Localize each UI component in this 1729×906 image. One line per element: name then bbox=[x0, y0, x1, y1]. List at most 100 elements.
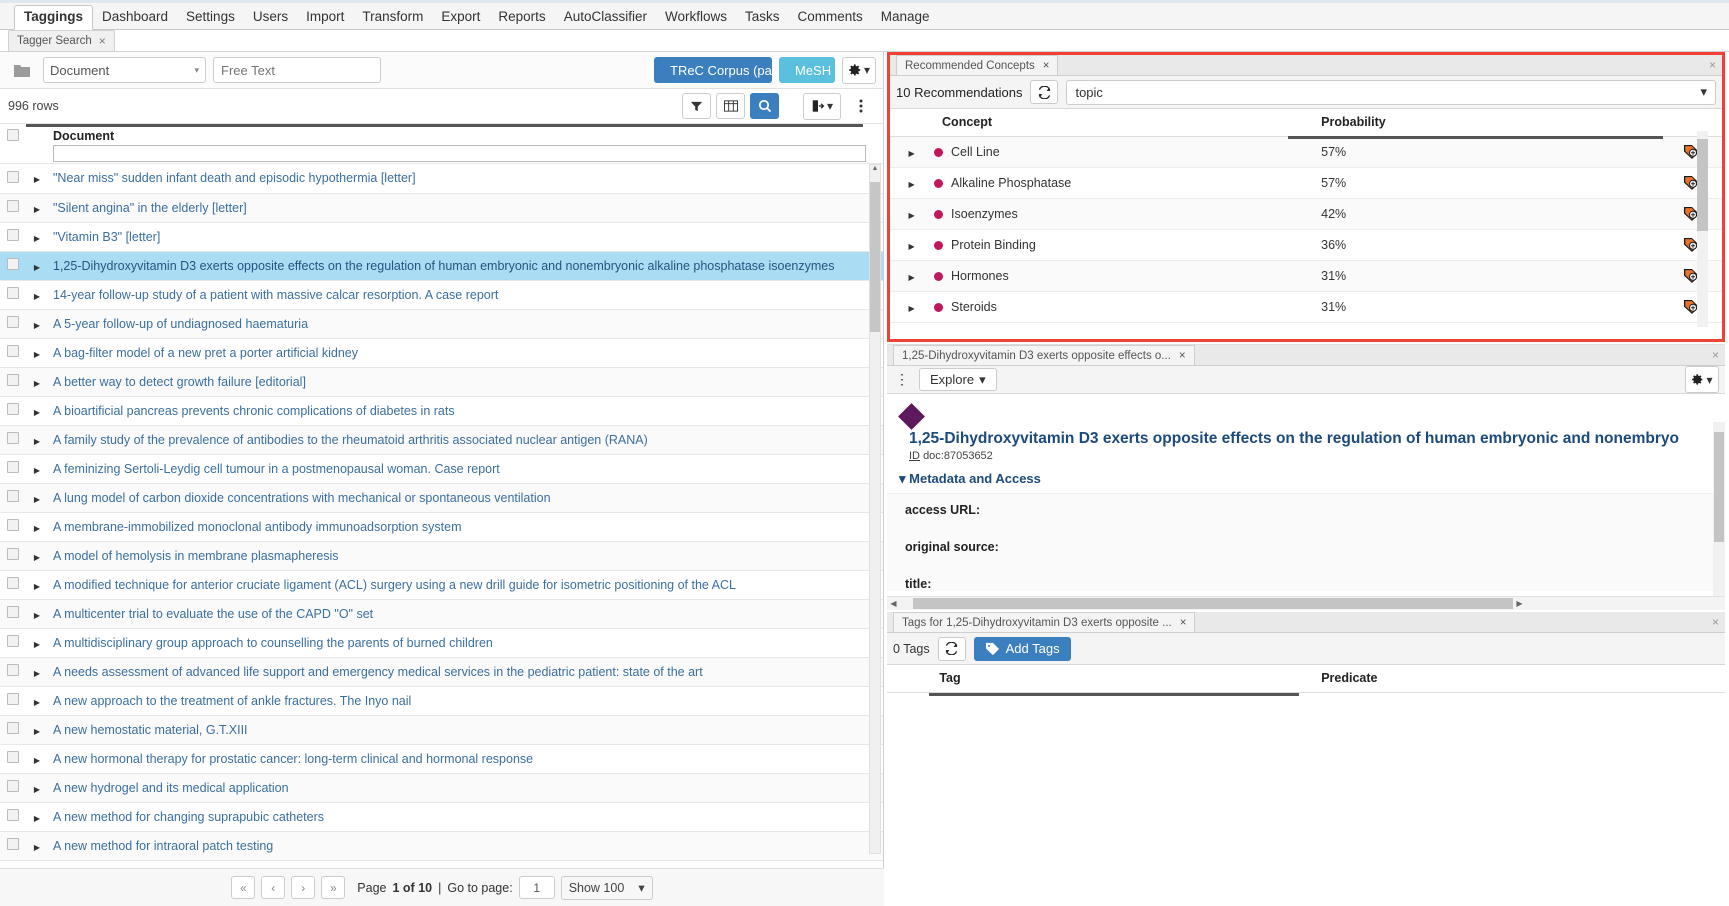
menu-item-autoclassifier[interactable]: AutoClassifier bbox=[555, 6, 656, 30]
row-select-cell[interactable] bbox=[0, 831, 26, 860]
table-row[interactable]: ▶Alkaline Phosphatase57% bbox=[890, 167, 1722, 198]
row-select-cell[interactable] bbox=[0, 686, 26, 715]
chevron-right-icon[interactable]: ▶ bbox=[34, 524, 40, 533]
add-tag-cell[interactable] bbox=[1661, 167, 1723, 198]
document-title-link[interactable]: A multidisciplinary group approach to co… bbox=[49, 636, 493, 650]
chevron-right-icon[interactable]: ▶ bbox=[34, 205, 40, 214]
document-title-link[interactable]: A new approach to the treatment of ankle… bbox=[49, 694, 411, 708]
menu-item-dashboard[interactable]: Dashboard bbox=[93, 6, 177, 30]
row-select-cell[interactable] bbox=[0, 512, 26, 541]
document-title-link[interactable]: A new hormonal therapy for prostatic can… bbox=[49, 752, 533, 766]
row-checkbox[interactable] bbox=[7, 229, 19, 241]
document-title-link[interactable]: A new hemostatic material, G.T.XIII bbox=[49, 723, 248, 737]
close-icon[interactable]: × bbox=[1179, 350, 1186, 362]
concept-column-header[interactable]: Concept bbox=[933, 109, 1312, 136]
tab-recommended-concepts[interactable]: Recommended Concepts × bbox=[896, 55, 1058, 75]
row-expand-cell[interactable]: ▶ bbox=[26, 512, 48, 541]
menu-item-manage[interactable]: Manage bbox=[872, 6, 939, 30]
table-row[interactable]: ▶A model of hemolysis in membrane plasma… bbox=[0, 541, 883, 570]
row-checkbox[interactable] bbox=[7, 780, 19, 792]
row-checkbox[interactable] bbox=[7, 838, 19, 850]
row-title-cell[interactable]: A feminizing Sertoli-Leydig cell tumour … bbox=[48, 454, 883, 483]
panel-close-icon[interactable]: × bbox=[1712, 615, 1719, 629]
results-kebab-button[interactable] bbox=[846, 93, 875, 119]
chevron-right-icon[interactable]: ▶ bbox=[34, 785, 40, 794]
document-title-link[interactable]: "Near miss" sudden infant death and epis… bbox=[49, 171, 416, 185]
row-expand-cell[interactable]: ▶ bbox=[890, 167, 933, 198]
columns-button[interactable] bbox=[716, 93, 745, 119]
row-title-cell[interactable]: A modified technique for anterior crucia… bbox=[48, 570, 883, 599]
row-select-cell[interactable] bbox=[0, 251, 26, 280]
table-row[interactable]: ▶Isoenzymes42% bbox=[890, 198, 1722, 229]
document-title-link[interactable]: A bag-filter model of a new pret a porte… bbox=[49, 346, 358, 360]
row-expand-cell[interactable]: ▶ bbox=[26, 686, 48, 715]
panel-close-icon[interactable]: × bbox=[1712, 348, 1719, 362]
concept-cell[interactable]: Alkaline Phosphatase bbox=[933, 167, 1312, 198]
row-expand-cell[interactable]: ▶ bbox=[26, 831, 48, 860]
row-title-cell[interactable]: A new hydrogel and its medical applicati… bbox=[48, 773, 883, 802]
row-select-cell[interactable] bbox=[0, 367, 26, 396]
row-expand-cell[interactable]: ▶ bbox=[26, 657, 48, 686]
document-title-link[interactable]: A bioartificial pancreas prevents chroni… bbox=[49, 404, 455, 418]
document-title-link[interactable]: A new method for changing suprapubic cat… bbox=[49, 810, 324, 824]
trec-corpus-button[interactable]: TReC Corpus (part... bbox=[654, 57, 772, 83]
chevron-right-icon[interactable]: ▶ bbox=[908, 211, 914, 220]
concept-cell[interactable]: Cell Line bbox=[933, 136, 1312, 167]
chevron-right-icon[interactable]: ▶ bbox=[34, 495, 40, 504]
row-select-cell[interactable] bbox=[0, 570, 26, 599]
row-expand-cell[interactable]: ▶ bbox=[26, 773, 48, 802]
row-select-cell[interactable] bbox=[0, 715, 26, 744]
table-row[interactable]: ▶Hormones31% bbox=[890, 260, 1722, 291]
table-row[interactable]: ▶A new method for changing suprapubic ca… bbox=[0, 802, 883, 831]
scroll-right-icon[interactable]: ▶ bbox=[1513, 599, 1526, 608]
row-checkbox[interactable] bbox=[7, 345, 19, 357]
chevron-right-icon[interactable]: ▶ bbox=[34, 234, 40, 243]
row-checkbox[interactable] bbox=[7, 403, 19, 415]
concept-cell[interactable]: Steroids bbox=[933, 291, 1312, 322]
row-checkbox[interactable] bbox=[7, 461, 19, 473]
document-title-link[interactable]: A new hydrogel and its medical applicati… bbox=[49, 781, 289, 795]
row-expand-cell[interactable]: ▶ bbox=[890, 260, 933, 291]
scrollbar-thumb[interactable] bbox=[1714, 432, 1724, 542]
menu-item-taggings[interactable]: Taggings bbox=[14, 5, 93, 31]
row-select-cell[interactable] bbox=[0, 657, 26, 686]
row-expand-cell[interactable]: ▶ bbox=[26, 715, 48, 744]
row-checkbox[interactable] bbox=[7, 635, 19, 647]
table-row[interactable]: ▶"Near miss" sudden infant death and epi… bbox=[0, 164, 883, 193]
document-title-link[interactable]: A better way to detect growth failure [e… bbox=[49, 375, 306, 389]
row-title-cell[interactable]: "Near miss" sudden infant death and epis… bbox=[48, 164, 883, 193]
document-title-link[interactable]: A family study of the prevalence of anti… bbox=[49, 433, 648, 447]
menu-item-reports[interactable]: Reports bbox=[489, 6, 554, 30]
row-checkbox[interactable] bbox=[7, 374, 19, 386]
concept-cell[interactable]: Protein Binding bbox=[933, 229, 1312, 260]
folder-icon[interactable] bbox=[7, 57, 36, 83]
chevron-right-icon[interactable]: ▶ bbox=[908, 304, 914, 313]
next-page-button[interactable]: › bbox=[291, 876, 315, 899]
chevron-right-icon[interactable]: ▶ bbox=[34, 292, 40, 301]
table-row[interactable]: ▶A new hormonal therapy for prostatic ca… bbox=[0, 744, 883, 773]
menu-item-workflows[interactable]: Workflows bbox=[656, 6, 736, 30]
chevron-right-icon[interactable]: ▶ bbox=[34, 263, 40, 272]
chevron-right-icon[interactable]: ▶ bbox=[34, 727, 40, 736]
document-detail-horizontal-scrollbar[interactable]: ◀ ▶ bbox=[887, 596, 1725, 610]
probability-column-header[interactable]: Probability bbox=[1312, 109, 1660, 136]
close-icon[interactable]: × bbox=[99, 34, 106, 48]
select-all-cell[interactable] bbox=[0, 127, 26, 164]
row-checkbox[interactable] bbox=[7, 490, 19, 502]
row-expand-cell[interactable]: ▶ bbox=[890, 291, 933, 322]
table-row[interactable]: ▶ A new hydrogel and its medical applicat… bbox=[0, 773, 883, 802]
chevron-right-icon[interactable]: ▶ bbox=[34, 350, 40, 359]
row-checkbox[interactable] bbox=[7, 809, 19, 821]
chevron-right-icon[interactable]: ▶ bbox=[34, 669, 40, 678]
panel-close-icon[interactable]: × bbox=[1709, 58, 1716, 72]
row-expand-cell[interactable]: ▶ bbox=[26, 425, 48, 454]
scroll-left-icon[interactable]: ◀ bbox=[887, 599, 900, 608]
row-checkbox[interactable] bbox=[7, 316, 19, 328]
row-title-cell[interactable]: "Silent angina" in the elderly [letter] bbox=[48, 193, 883, 222]
recommendation-type-select[interactable]: topic ▾ bbox=[1066, 80, 1716, 105]
row-expand-cell[interactable]: ▶ bbox=[26, 599, 48, 628]
row-checkbox[interactable] bbox=[7, 200, 19, 212]
row-title-cell[interactable]: A membrane-immobilized monoclonal antibo… bbox=[48, 512, 883, 541]
table-row[interactable]: ▶1,25-Dihydroxyvitamin D3 exerts opposit… bbox=[0, 251, 883, 280]
document-title-link[interactable]: A lung model of carbon dioxide concentra… bbox=[49, 491, 551, 505]
